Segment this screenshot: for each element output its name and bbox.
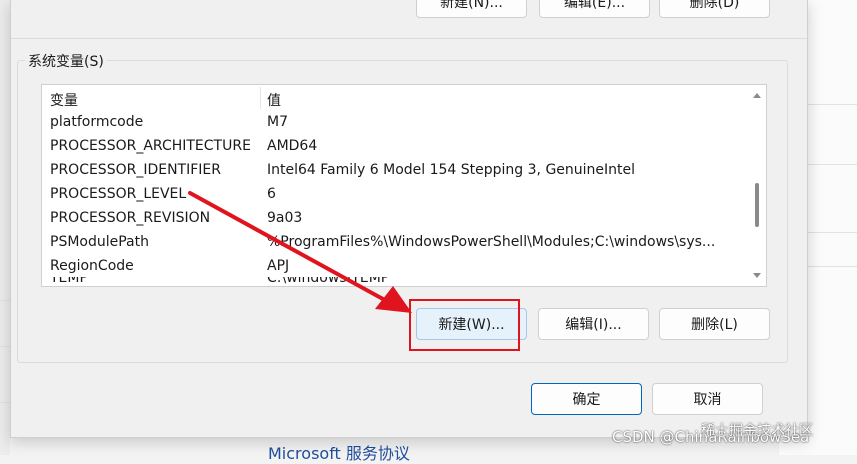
list-header: 变量 值	[42, 85, 748, 111]
system-edit-button[interactable]: 编辑(I)...	[538, 308, 649, 340]
scroll-down-arrow-icon[interactable]	[753, 273, 761, 278]
dialog-separator	[11, 38, 807, 39]
background-divider	[806, 232, 857, 233]
ok-button[interactable]: 确定	[531, 383, 642, 415]
table-row[interactable]: PSModulePath %ProgramFiles%\WindowsPower…	[42, 231, 748, 255]
background-divider	[806, 266, 857, 267]
background-divider	[0, 346, 10, 347]
scroll-up-arrow-icon[interactable]	[753, 93, 761, 98]
column-separator[interactable]	[260, 87, 261, 109]
table-row[interactable]: PROCESSOR_REVISION 9a03	[42, 207, 748, 231]
variable-name: PROCESSOR_LEVEL	[50, 186, 187, 202]
background-divider	[0, 402, 10, 403]
table-row[interactable]: PROCESSOR_IDENTIFIER Intel64 Family 6 Mo…	[42, 159, 748, 183]
variable-name: PSModulePath	[50, 234, 149, 250]
scrollbar-thumb[interactable]	[755, 183, 759, 227]
system-variables-list[interactable]: 变量 值 platformcode M7 PROCESSOR_ARCHITECT…	[41, 84, 767, 287]
microsoft-service-agreement-link[interactable]: Microsoft 服务协议	[268, 440, 410, 464]
vertical-scrollbar[interactable]	[748, 85, 766, 286]
system-delete-button[interactable]: 删除(L)	[659, 308, 770, 340]
variable-name: PROCESSOR_ARCHITECTURE	[50, 138, 251, 154]
table-row[interactable]: PROCESSOR_ARCHITECTURE AMD64	[42, 135, 748, 159]
user-new-button[interactable]: 新建(N)...	[416, 0, 527, 18]
variable-name: RegionCode	[50, 258, 134, 274]
variable-name: TEMP	[50, 277, 88, 286]
variable-value: 6	[267, 186, 276, 202]
watermark-logo-text: 稀土掘金技术社区	[701, 423, 813, 439]
variable-value: M7	[267, 114, 288, 130]
variable-value: C:\windows\TEMP	[267, 277, 390, 286]
juejin-watermark: 稀土掘金技术社区	[701, 420, 813, 440]
cancel-button[interactable]: 取消	[652, 383, 763, 415]
background-divider	[806, 164, 857, 165]
user-edit-button[interactable]: 编辑(E)...	[539, 0, 650, 18]
column-header-variable[interactable]: 变量	[50, 90, 78, 110]
system-new-button[interactable]: 新建(W)...	[416, 308, 527, 340]
system-variables-label: 系统变量(S)	[25, 51, 107, 71]
user-delete-button[interactable]: 删除(D)	[659, 0, 770, 18]
background-divider	[0, 300, 10, 301]
table-row[interactable]: TEMP C:\windows\TEMP	[42, 277, 748, 286]
table-row[interactable]: platformcode M7	[42, 111, 748, 135]
column-header-value[interactable]: 值	[267, 90, 281, 110]
variable-value: APJ	[267, 258, 290, 274]
variable-name: platformcode	[50, 114, 144, 130]
variable-value: AMD64	[267, 138, 318, 154]
table-row[interactable]: RegionCode APJ	[42, 255, 748, 279]
variable-value: %ProgramFiles%\WindowsPowerShell\Modules…	[267, 234, 716, 250]
variable-value: 9a03	[267, 210, 303, 226]
background-window-edge	[0, 0, 10, 455]
background-divider	[806, 104, 857, 105]
variable-value: Intel64 Family 6 Model 154 Stepping 3, G…	[267, 162, 636, 178]
variable-name: PROCESSOR_REVISION	[50, 210, 211, 226]
table-row[interactable]: PROCESSOR_LEVEL 6	[42, 183, 748, 207]
variable-name: PROCESSOR_IDENTIFIER	[50, 162, 221, 178]
